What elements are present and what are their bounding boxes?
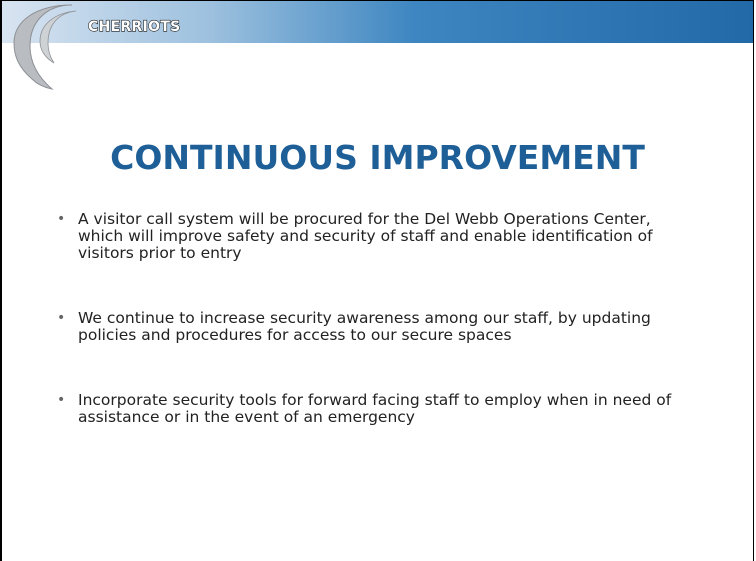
slide-title: CONTINUOUS IMPROVEMENT — [110, 138, 645, 177]
bullet-dot-icon: • — [57, 392, 66, 408]
bullet-text: Incorporate security tools for forward f… — [78, 391, 672, 426]
bullet-item: • Incorporate security tools for forward… — [57, 392, 697, 426]
bullet-dot-icon: • — [57, 310, 66, 326]
logo-swoosh-icon — [13, 4, 77, 90]
bullet-list: • A visitor call system will be procured… — [57, 211, 697, 474]
bullet-item: • A visitor call system will be procured… — [57, 211, 697, 262]
bullet-dot-icon: • — [57, 211, 66, 227]
bullet-text: A visitor call system will be procured f… — [78, 210, 653, 262]
bullet-item: • We continue to increase security aware… — [57, 310, 697, 344]
logo-text: Cherriots — [87, 18, 181, 35]
bullet-text: We continue to increase security awarene… — [78, 309, 651, 344]
slide: Cherriots CONTINUOUS IMPROVEMENT • A vis… — [0, 0, 754, 561]
